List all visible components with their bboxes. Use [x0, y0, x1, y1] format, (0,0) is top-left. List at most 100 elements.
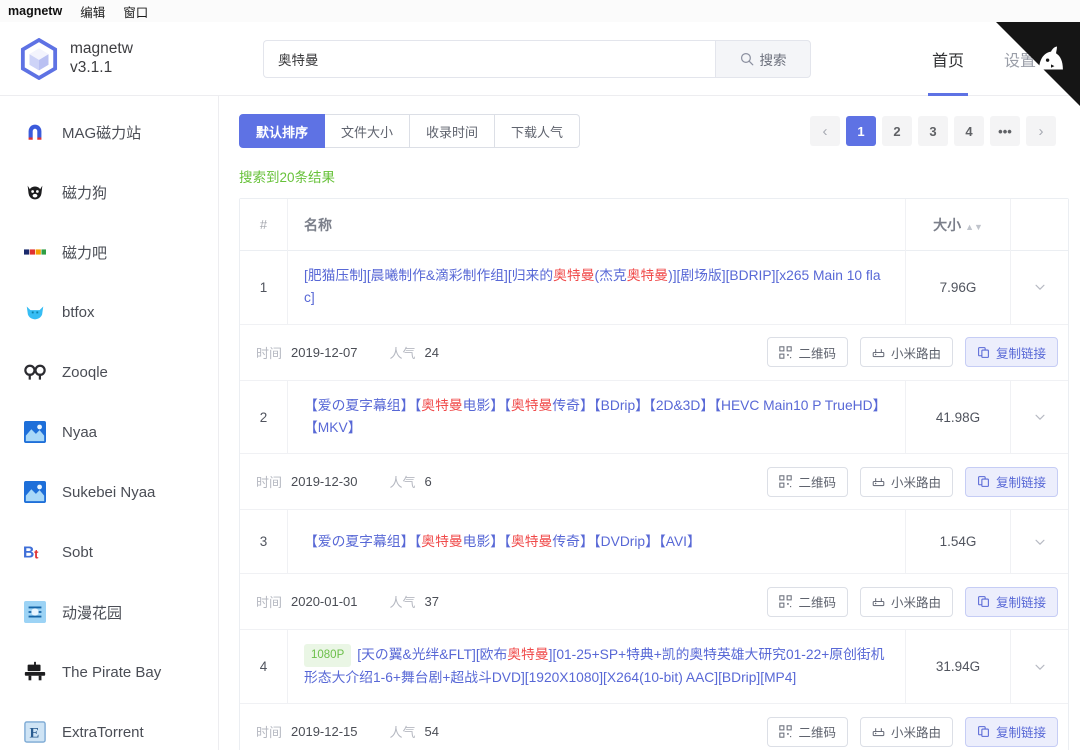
time-value: 2019-12-30: [291, 474, 358, 490]
pagination-page-3[interactable]: 3: [918, 116, 948, 146]
top-navigation: 首页 设置: [927, 22, 1080, 96]
copy-link-button[interactable]: 复制链接: [964, 466, 1058, 497]
router-button[interactable]: 小米路由: [859, 716, 953, 747]
sidebar-item-extratorrent[interactable]: E ExtraTorrent: [0, 702, 218, 750]
column-header-size[interactable]: 大小 ▲▼: [906, 198, 1011, 251]
tab-home[interactable]: 首页: [927, 22, 969, 96]
brand-text: magnetw v3.1.1: [70, 40, 133, 77]
menu-item-edit[interactable]: 编辑: [80, 2, 105, 21]
time-label: 时间: [256, 725, 283, 741]
sidebar-item-label: 动漫花园: [62, 604, 123, 622]
pagination-page-1[interactable]: 1: [846, 116, 876, 146]
sidebar-item-btfox[interactable]: btfox: [0, 282, 218, 342]
pagination-page-2[interactable]: 2: [882, 116, 912, 146]
search-button-label: 搜索: [759, 52, 787, 68]
row-actions: 二维码 小米路由 复制链接: [767, 586, 1058, 617]
sidebar-item-sobt[interactable]: B t Sobt: [0, 522, 218, 582]
table-row: 2 【爱の夏字幕组】【奥特曼电影】【奥特曼传奇】【BDrip】【2D&3D】【H…: [240, 380, 1068, 455]
sidebar-item-cilidog[interactable]: 磁力狗: [0, 162, 218, 222]
sidebar-item-thepiratebay[interactable]: The Pirate Bay: [0, 642, 218, 702]
qrcode-button[interactable]: 二维码: [767, 337, 848, 368]
sidebar-item-label: Nyaa: [62, 423, 98, 441]
title-highlight: 奥特曼: [507, 647, 549, 663]
chevron-down-icon: [1034, 284, 1045, 291]
router-icon: [872, 598, 885, 607]
copy-link-button-label: 复制链接: [995, 596, 1046, 611]
row-number: 4: [240, 630, 288, 704]
sidebar-item-sukebei-nyaa[interactable]: Sukebei Nyaa: [0, 462, 218, 522]
row-size: 1.54G: [906, 510, 1011, 574]
time-label: 时间: [256, 475, 283, 491]
search-button[interactable]: 搜索: [715, 39, 811, 78]
fox-icon: [22, 299, 48, 325]
qrcode-button[interactable]: 二维码: [767, 586, 848, 617]
row-name-cell: 【爱の夏字幕组】【奥特曼电影】【奥特曼传奇】【BDrip】【2D&3D】【HEV…: [288, 380, 906, 454]
router-button[interactable]: 小米路由: [859, 337, 953, 368]
qrcode-button[interactable]: 二维码: [767, 466, 848, 497]
router-icon: [872, 478, 885, 487]
menu-app-name[interactable]: magnetw: [8, 4, 62, 18]
sort-filesize-button[interactable]: 文件大小: [325, 114, 411, 148]
qrcode-button[interactable]: 二维码: [767, 716, 848, 747]
menu-item-window[interactable]: 窗口: [123, 2, 148, 21]
torrent-title-link[interactable]: 【爱の夏字幕组】【奥特曼电影】【奥特曼传奇】【BDrip】【2D&3D】【HEV…: [304, 395, 891, 440]
torrent-title-link[interactable]: 1080P [天の翼&光绊&FLT][欧布奥特曼][01-25+SP+特典+凯的奥…: [304, 644, 891, 689]
svg-text:E: E: [30, 726, 40, 742]
router-button-label: 小米路由: [890, 726, 941, 741]
chevron-down-icon: [1034, 664, 1045, 670]
row-actions: 二维码 小米路由 复制链接: [767, 716, 1058, 747]
title-text: 【爱の夏字幕组】【: [304, 397, 422, 413]
row-expand-toggle[interactable]: [1011, 381, 1068, 454]
sidebar-item-dmhy[interactable]: 动漫花园: [0, 582, 218, 642]
sidebar-item-mag[interactable]: MAG磁力站: [0, 102, 218, 162]
nyaa-icon: [22, 419, 48, 445]
torrent-title-link[interactable]: 【爱の夏字幕组】【奥特曼电影】【奥特曼传奇】【DVDrip】【AVI】: [304, 531, 701, 553]
title-text: (杰克: [594, 268, 627, 283]
row-expand-toggle[interactable]: [1011, 251, 1068, 324]
row-name-cell: [肥猫压制][晨曦制作&滴彩制作组][归来的奥特曼(杰克奥特曼)][剧场版][B…: [288, 251, 906, 324]
sort-popularity-button[interactable]: 下载人气: [495, 114, 581, 148]
qrcode-icon: [779, 345, 793, 359]
brand-version: v3.1.1: [70, 58, 113, 76]
pagination-page-4[interactable]: 4: [954, 116, 984, 146]
pagination-next-button[interactable]: ›: [1026, 116, 1056, 146]
sidebar-item-zooqle[interactable]: Zooqle: [0, 342, 218, 402]
copy-link-button[interactable]: 复制链接: [964, 716, 1058, 747]
app-body: MAG磁力站 磁力狗 磁力吧 btfox Zooqle Nyaa Sukebei…: [0, 96, 1080, 750]
svg-text:B: B: [23, 545, 34, 562]
brand-name: magnetw: [70, 40, 133, 58]
qrcode-button-label: 二维码: [798, 476, 836, 491]
sort-indextime-button[interactable]: 收录时间: [410, 114, 496, 148]
copy-link-button[interactable]: 复制链接: [964, 337, 1058, 368]
hexagon-cube-icon: [20, 37, 58, 80]
row-expand-toggle[interactable]: [1011, 630, 1068, 703]
sidebar-item-nyaa[interactable]: Nyaa: [0, 402, 218, 462]
sidebar-item-label: Sobt: [62, 543, 93, 561]
qrcode-button-label: 二维码: [798, 726, 836, 741]
sidebar-item-ciliba[interactable]: 磁力吧: [0, 222, 218, 282]
copy-link-button-label: 复制链接: [995, 346, 1046, 361]
tab-settings[interactable]: 设置: [1004, 22, 1036, 96]
torrent-title-link[interactable]: [肥猫压制][晨曦制作&滴彩制作组][归来的奥特曼(杰克奥特曼)][剧场版][B…: [304, 265, 891, 310]
title-text: 【爱の夏字幕组】【: [304, 533, 422, 549]
popularity-label: 人气: [389, 475, 416, 491]
chevron-down-icon: [1034, 539, 1045, 545]
pagination-more-button[interactable]: •••: [990, 116, 1020, 146]
toolbar: 默认排序 文件大小 收录时间 下载人气 ‹ 1 2 3 4 ••• ›: [239, 114, 1070, 148]
router-button[interactable]: 小米路由: [859, 466, 953, 497]
sort-default-button[interactable]: 默认排序: [239, 114, 326, 148]
copy-link-button[interactable]: 复制链接: [964, 586, 1058, 617]
row-detail: 时间 2019-12-30 人气 6 二维码 小米路由 复制链接: [240, 454, 1068, 511]
title-text: 传奇】【DVDrip】【AVI】: [552, 533, 701, 549]
pirate-ship-icon: [22, 659, 48, 685]
row-expand-toggle[interactable]: [1011, 510, 1068, 573]
row-number: 3: [240, 510, 288, 574]
title-text: 电影】【: [462, 397, 511, 413]
search-input[interactable]: [263, 39, 715, 78]
pagination-prev-button[interactable]: ‹: [810, 116, 840, 146]
pagination: ‹ 1 2 3 4 ••• ›: [810, 116, 1070, 146]
popularity-value: 54: [424, 724, 439, 740]
router-button[interactable]: 小米路由: [859, 586, 953, 617]
row-detail: 时间 2019-12-15 人气 54 二维码 小米路由 复制链接: [240, 704, 1068, 750]
qrcode-button-label: 二维码: [798, 596, 836, 611]
